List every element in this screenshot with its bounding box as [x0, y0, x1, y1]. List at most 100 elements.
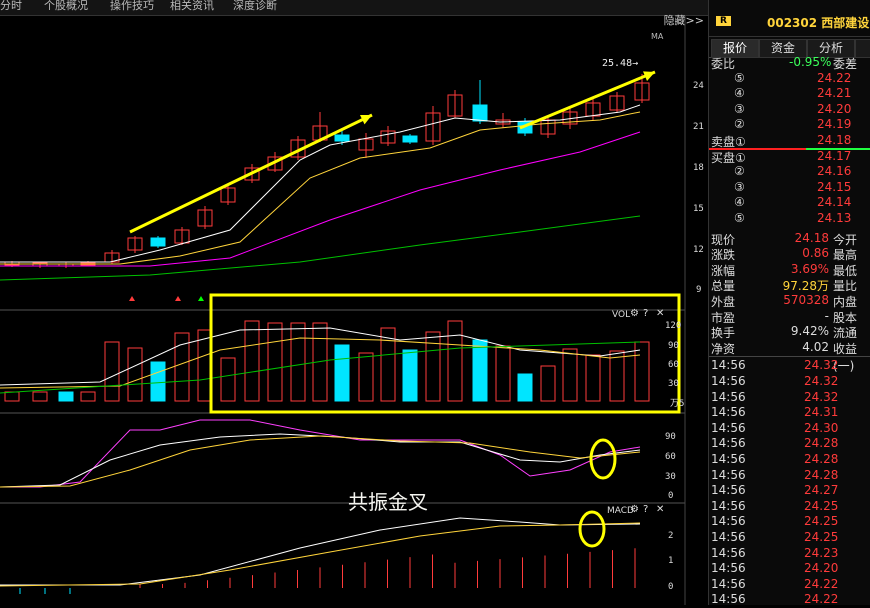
tick-row: 14:56 24.20	[709, 561, 870, 577]
stock-code-name: 002302 西部建设	[767, 16, 870, 30]
kdj-tick: 90	[665, 432, 676, 442]
signal-marker	[175, 296, 181, 301]
vol-tick: 60	[668, 360, 679, 370]
tick-row: 14:56 24.25	[709, 514, 870, 530]
tick-price: 24.28	[804, 467, 839, 482]
buy-row: 买盘① 24.17	[709, 149, 870, 165]
weibi-value: -0.95%	[789, 55, 832, 69]
tick-row: 14:56 24.32	[709, 374, 870, 390]
tick-price: 24.32	[804, 358, 839, 373]
stat-right-label: 量比	[833, 279, 858, 294]
stat-value: -	[824, 308, 829, 323]
stat-row: 市盈 - 股本	[709, 309, 870, 325]
stat-row: 现价 24.18 今开	[709, 231, 870, 247]
stock-header: R 002302 西部建设	[709, 0, 870, 37]
volume-bar-up	[447, 320, 463, 402]
vol-tick: 30	[668, 379, 679, 389]
close-icon[interactable]: ✕	[656, 308, 664, 319]
tick-row: 14:56 24.30	[709, 421, 870, 437]
buy-level-label: ④	[734, 195, 745, 210]
tick-row: 14:56 24.27	[709, 483, 870, 499]
sell-price: 24.22	[817, 70, 852, 85]
buy-price: 24.16	[817, 164, 852, 179]
tick-price: 24.28	[804, 436, 839, 451]
buy-level-label: ③	[734, 179, 745, 194]
stat-label: 外盘	[711, 295, 736, 309]
tick-price: 24.27	[804, 483, 839, 498]
stat-value: 0.86	[802, 246, 829, 261]
stat-label: 涨跌	[711, 248, 736, 263]
macd-tick: 1	[668, 556, 674, 566]
volume-bar-up	[358, 352, 374, 402]
kdj-tick: 30	[665, 472, 676, 482]
volume-bar-down	[402, 349, 418, 402]
volume-bar-up	[540, 365, 556, 402]
tick-time: 14:56	[711, 530, 746, 544]
sell-row: ② 24.19	[709, 117, 870, 133]
signal-marker	[129, 296, 135, 301]
volume-bar-up	[425, 331, 441, 402]
sell-row: ③ 24.20	[709, 102, 870, 118]
tick-row: 14:56 24.32	[709, 390, 870, 406]
tick-row: 14:56 24.28	[709, 436, 870, 452]
tick-time: 14:56	[711, 514, 746, 529]
volume-bar-up	[495, 345, 511, 402]
vol-tick: 90	[668, 341, 679, 351]
stat-label: 市盈	[711, 310, 736, 325]
gear-icon[interactable]: ⚙	[630, 504, 639, 515]
vol-tick: 120	[665, 321, 682, 331]
price-tick: 12	[693, 245, 704, 255]
volume-bar-up	[127, 347, 143, 402]
volume-bar-up	[562, 348, 578, 402]
tick-time: 14:56	[711, 452, 746, 466]
tick-time: 14:56	[711, 358, 746, 373]
candle-down	[402, 135, 418, 143]
tick-price: 24.25	[804, 530, 839, 544]
tick-row: 14:56 24.23	[709, 546, 870, 562]
volume-bar-up	[4, 391, 20, 402]
stat-value: 9.42%	[790, 324, 829, 339]
stat-right-label: 内盘	[833, 295, 858, 309]
stat-label: 净资	[711, 341, 736, 356]
sell-row: 卖盘① 24.18	[709, 133, 870, 149]
buy-price: 24.13	[817, 211, 852, 225]
tick-price: 24.32	[804, 389, 839, 404]
stat-right-label: 最低	[833, 263, 858, 278]
help-icon[interactable]: ?	[643, 308, 648, 319]
tick-row: 14:56 24.28	[709, 468, 870, 484]
stat-value: 570328	[783, 293, 829, 307]
buy-row: ③ 24.15	[709, 180, 870, 196]
gear-icon[interactable]: ⚙	[630, 308, 639, 319]
tick-price: 24.32	[804, 374, 839, 388]
vol-unit: 万5	[670, 399, 685, 409]
close-icon[interactable]: ✕	[656, 504, 664, 515]
quote-panel: R 002302 西部建设 报价 资金 分析 委比 -0.95% 委差 ⑤ 24.22 ④…	[708, 0, 870, 607]
buy-level-label: ⑤	[734, 211, 745, 225]
volume-bar-up	[80, 391, 96, 402]
tick-row: 14:56 24.28	[709, 452, 870, 468]
help-icon[interactable]: ?	[643, 504, 648, 515]
price-tick: 21	[693, 122, 704, 132]
buy-row: ⑤ 24.13	[709, 211, 870, 227]
volume-bar-up	[104, 341, 120, 402]
stat-row: 涨跌 0.86 最高	[709, 246, 870, 262]
tick-price: 24.25	[804, 514, 839, 529]
tick-row: 14:56 24.25	[709, 530, 870, 546]
volume-bar-down	[517, 373, 533, 402]
tick-price: 24.23	[804, 545, 839, 560]
sell-price: 24.20	[817, 101, 852, 116]
buy-price: 24.17	[817, 148, 852, 163]
tick-price: 24.22	[804, 592, 839, 607]
sell-price: 24.21	[817, 86, 852, 101]
stat-label: 换手	[711, 326, 736, 341]
price-tick: 18	[693, 163, 704, 173]
stat-right-label: 流通	[833, 326, 858, 341]
price-tick: 24	[693, 81, 704, 91]
sell-level-label: ⑤	[734, 70, 745, 85]
tick-time: 14:56	[711, 374, 746, 388]
tick-row: 14:56 24.25	[709, 499, 870, 515]
tick-time: 14:56	[711, 576, 746, 591]
buy-row: ④ 24.14	[709, 195, 870, 211]
tick-time: 14:56	[711, 592, 746, 607]
chart-area[interactable]: 分时 个股概况 操作技巧 相关资讯 深度诊断 隐藏>> MA 25.48→ 24…	[0, 0, 708, 605]
